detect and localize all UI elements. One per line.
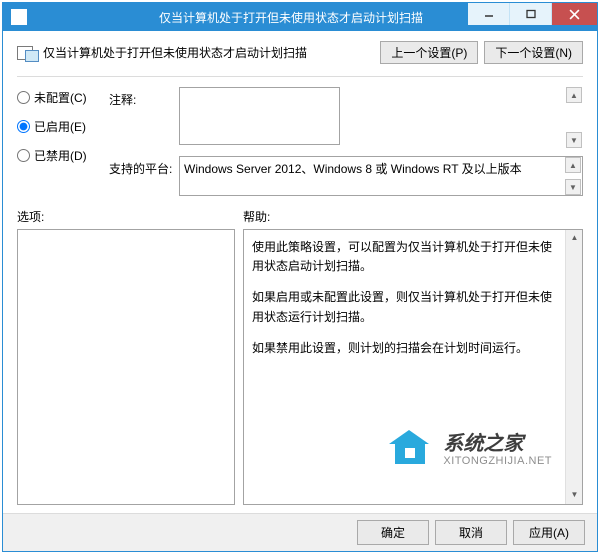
scrollbar[interactable]: ▲ ▼ — [565, 230, 582, 504]
header-row: 仅当计算机处于打开但未使用状态才启动计划扫描 上一个设置(P) 下一个设置(N) — [17, 41, 583, 64]
platforms-box: Windows Server 2012、Windows 8 或 Windows … — [179, 156, 583, 196]
scroll-down-icon[interactable]: ▼ — [566, 487, 583, 504]
comment-textarea[interactable] — [179, 87, 340, 145]
help-panel: 使用此策略设置，可以配置为仅当计算机处于打开但未使用状态启动计划扫描。 如果启用… — [243, 229, 583, 505]
config-row: 未配置(C) 已启用(E) 已禁用(D) 注释: ▲ ▼ — [17, 87, 583, 196]
prev-setting-button[interactable]: 上一个设置(P) — [380, 41, 478, 64]
help-paragraph: 如果禁用此设置，则计划的扫描会在计划时间运行。 — [252, 339, 560, 358]
platforms-label: 支持的平台: — [109, 156, 173, 177]
maximize-button[interactable] — [510, 3, 552, 25]
radio-enabled-label: 已启用(E) — [34, 118, 86, 135]
panels: 使用此策略设置，可以配置为仅当计算机处于打开但未使用状态启动计划扫描。 如果启用… — [17, 229, 583, 505]
footer: 确定 取消 应用(A) — [3, 513, 597, 551]
radio-disabled-label: 已禁用(D) — [34, 147, 87, 164]
fields-column: 注释: ▲ ▼ 支持的平台: Windows Server 2012、Windo… — [109, 87, 583, 196]
minimize-button[interactable] — [468, 3, 510, 25]
close-button[interactable] — [552, 3, 597, 25]
radio-enabled-input[interactable] — [17, 120, 30, 133]
radio-disabled[interactable]: 已禁用(D) — [17, 147, 97, 164]
radio-not-configured-label: 未配置(C) — [34, 89, 87, 106]
divider — [17, 76, 583, 77]
scroll-down-icon[interactable]: ▼ — [566, 132, 582, 148]
cancel-button[interactable]: 取消 — [435, 520, 507, 545]
help-paragraph: 使用此策略设置，可以配置为仅当计算机处于打开但未使用状态启动计划扫描。 — [252, 238, 560, 276]
scroll-up-icon[interactable]: ▲ — [566, 230, 583, 247]
scroll-up-icon[interactable]: ▲ — [565, 157, 581, 173]
next-setting-button[interactable]: 下一个设置(N) — [484, 41, 583, 64]
platforms-row: 支持的平台: Windows Server 2012、Windows 8 或 W… — [109, 156, 583, 196]
radio-not-configured[interactable]: 未配置(C) — [17, 89, 97, 106]
titlebar: 仅当计算机处于打开但未使用状态才启动计划扫描 — [3, 3, 597, 31]
state-radio-group: 未配置(C) 已启用(E) 已禁用(D) — [17, 87, 97, 196]
radio-disabled-input[interactable] — [17, 149, 30, 162]
radio-enabled[interactable]: 已启用(E) — [17, 118, 97, 135]
help-label: 帮助: — [243, 208, 583, 225]
apply-button[interactable]: 应用(A) — [513, 520, 585, 545]
scroll-down-icon[interactable]: ▼ — [565, 179, 581, 195]
options-panel — [17, 229, 235, 505]
platforms-text: Windows Server 2012、Windows 8 或 Windows … — [184, 162, 522, 176]
policy-icon — [17, 44, 37, 62]
help-paragraph: 如果启用或未配置此设置，则仅当计算机处于打开但未使用状态运行计划扫描。 — [252, 288, 560, 326]
app-icon — [11, 9, 27, 25]
panel-labels: 选项: 帮助: — [17, 208, 583, 225]
scroll-up-icon[interactable]: ▲ — [566, 87, 582, 103]
policy-title: 仅当计算机处于打开但未使用状态才启动计划扫描 — [43, 44, 307, 61]
radio-not-configured-input[interactable] — [17, 91, 30, 104]
comment-row: 注释: ▲ ▼ — [109, 87, 583, 148]
comment-label: 注释: — [109, 87, 173, 108]
options-label: 选项: — [17, 208, 243, 225]
dialog-window: 仅当计算机处于打开但未使用状态才启动计划扫描 仅当计算机处于打开但未使用状态才启… — [2, 2, 598, 552]
window-controls — [468, 3, 597, 25]
nav-buttons: 上一个设置(P) 下一个设置(N) — [380, 41, 583, 64]
content-area: 仅当计算机处于打开但未使用状态才启动计划扫描 上一个设置(P) 下一个设置(N)… — [3, 31, 597, 513]
ok-button[interactable]: 确定 — [357, 520, 429, 545]
